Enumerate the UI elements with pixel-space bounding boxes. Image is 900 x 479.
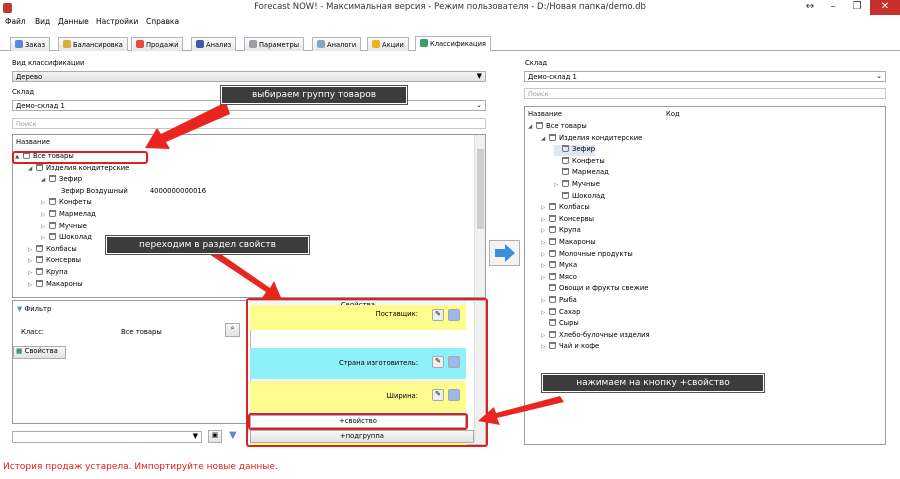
status-message: История продаж устарела. Импортируйте но… xyxy=(3,462,278,472)
arrow-to-properties xyxy=(206,248,282,300)
arrow-to-add-property xyxy=(478,396,564,425)
callout-select-group: выбираем группу товаров xyxy=(221,86,407,104)
callout-press-add: нажимаем на кнопку +свойство xyxy=(542,374,764,392)
callout-go-properties: переходим в раздел свойств xyxy=(106,236,309,254)
arrow-to-all-goods xyxy=(145,102,230,149)
